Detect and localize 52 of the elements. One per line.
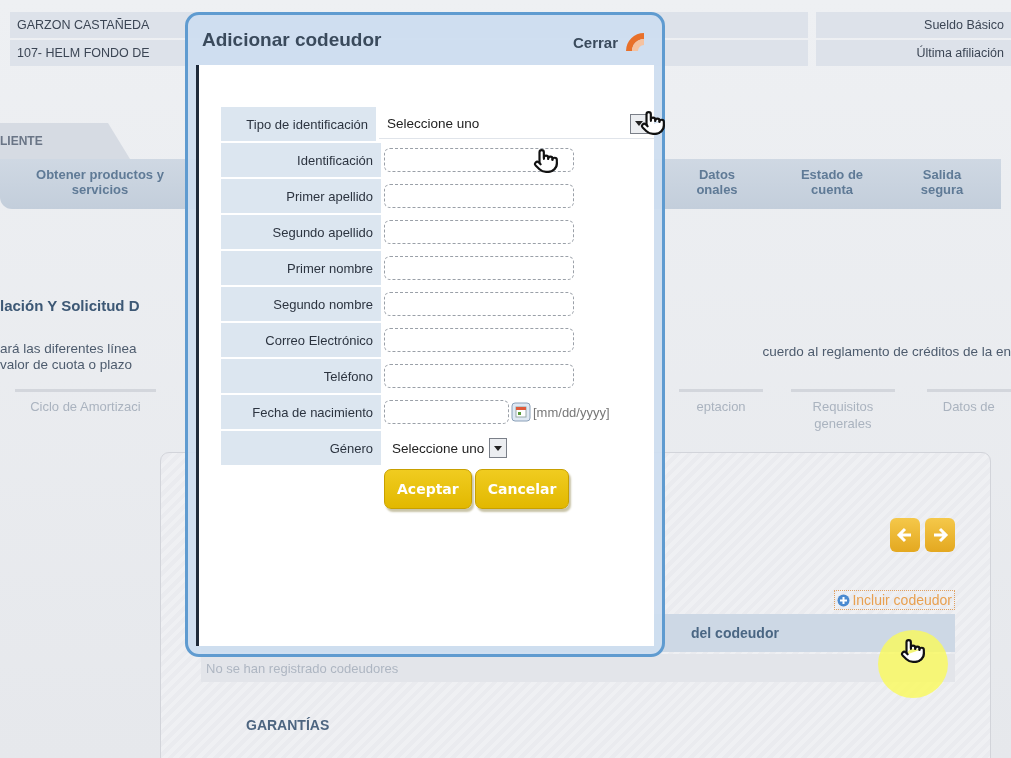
info-label: Última afiliación bbox=[816, 40, 1011, 66]
field-label: Identificación bbox=[221, 143, 381, 177]
next-button[interactable] bbox=[925, 518, 955, 552]
section-title: GARANTÍAS bbox=[246, 717, 331, 733]
close-icon bbox=[624, 31, 646, 53]
step-label[interactable]: Datos de bbox=[926, 389, 1011, 444]
hand-cursor-icon bbox=[900, 638, 926, 666]
input-field[interactable] bbox=[384, 292, 574, 316]
client-tab[interactable]: LIENTE bbox=[0, 123, 130, 159]
hand-cursor-icon bbox=[640, 110, 666, 138]
field-label: Segundo apellido bbox=[221, 215, 381, 249]
input-field[interactable] bbox=[384, 148, 574, 172]
field-label: Tipo de identificación bbox=[221, 107, 376, 141]
input-field[interactable] bbox=[384, 328, 574, 352]
arrow-left-icon bbox=[896, 526, 914, 544]
section-title: lación Y Solicitud D bbox=[0, 297, 140, 316]
plus-circle-icon bbox=[837, 593, 851, 607]
input-field[interactable] bbox=[384, 220, 574, 244]
field-label: Teléfono bbox=[221, 359, 381, 393]
date-format-hint: [mm/dd/yyyy] bbox=[533, 404, 610, 420]
field-label: Género bbox=[221, 431, 381, 465]
field-label: Correo Electrónico bbox=[221, 323, 381, 357]
arrow-right-icon bbox=[931, 526, 949, 544]
calendar-icon[interactable] bbox=[511, 402, 531, 422]
nav-item[interactable]: Salida segura bbox=[902, 167, 982, 197]
add-codebtor-link[interactable]: Incluir codeudor bbox=[834, 590, 955, 610]
select-value: Seleccione uno bbox=[387, 116, 480, 131]
info-label: Sueldo Básico bbox=[816, 12, 1011, 38]
step-label[interactable]: Requisitos generales bbox=[791, 389, 895, 444]
nav-item[interactable]: Datos onales bbox=[682, 167, 752, 197]
input-field[interactable] bbox=[384, 256, 574, 280]
description-text: ará las diferentes línea valor de cuota o plazo bbox=[0, 341, 137, 373]
field-label: Fecha de nacimiento bbox=[221, 395, 381, 429]
dialog-button[interactable]: Aceptar bbox=[384, 469, 472, 509]
step-label[interactable]: eptacion bbox=[678, 389, 764, 444]
step-label[interactable]: Ciclo de Amortizaci bbox=[15, 389, 156, 444]
nav-item[interactable]: Estado de cuenta bbox=[792, 167, 872, 197]
input-field[interactable] bbox=[384, 184, 574, 208]
dialog-button[interactable]: Cancelar bbox=[474, 469, 570, 509]
select-value[interactable]: Seleccione uno bbox=[392, 440, 485, 456]
hand-cursor-icon bbox=[533, 148, 559, 176]
field-label: Primer nombre bbox=[221, 251, 381, 285]
caret-down-icon bbox=[635, 121, 643, 126]
nav-item[interactable]: Obtener productos y servicios bbox=[30, 167, 170, 197]
column-header: del codeudor bbox=[691, 625, 779, 641]
input-field[interactable] bbox=[384, 400, 509, 424]
previous-button[interactable] bbox=[890, 518, 920, 552]
description-text: cuerdo al reglamento de créditos de la en bbox=[762, 343, 1011, 361]
field-label: Primer apellido bbox=[221, 179, 381, 213]
field-label: Segundo nombre bbox=[221, 287, 381, 321]
input-field[interactable] bbox=[384, 364, 574, 388]
dropdown-button[interactable] bbox=[489, 438, 508, 458]
